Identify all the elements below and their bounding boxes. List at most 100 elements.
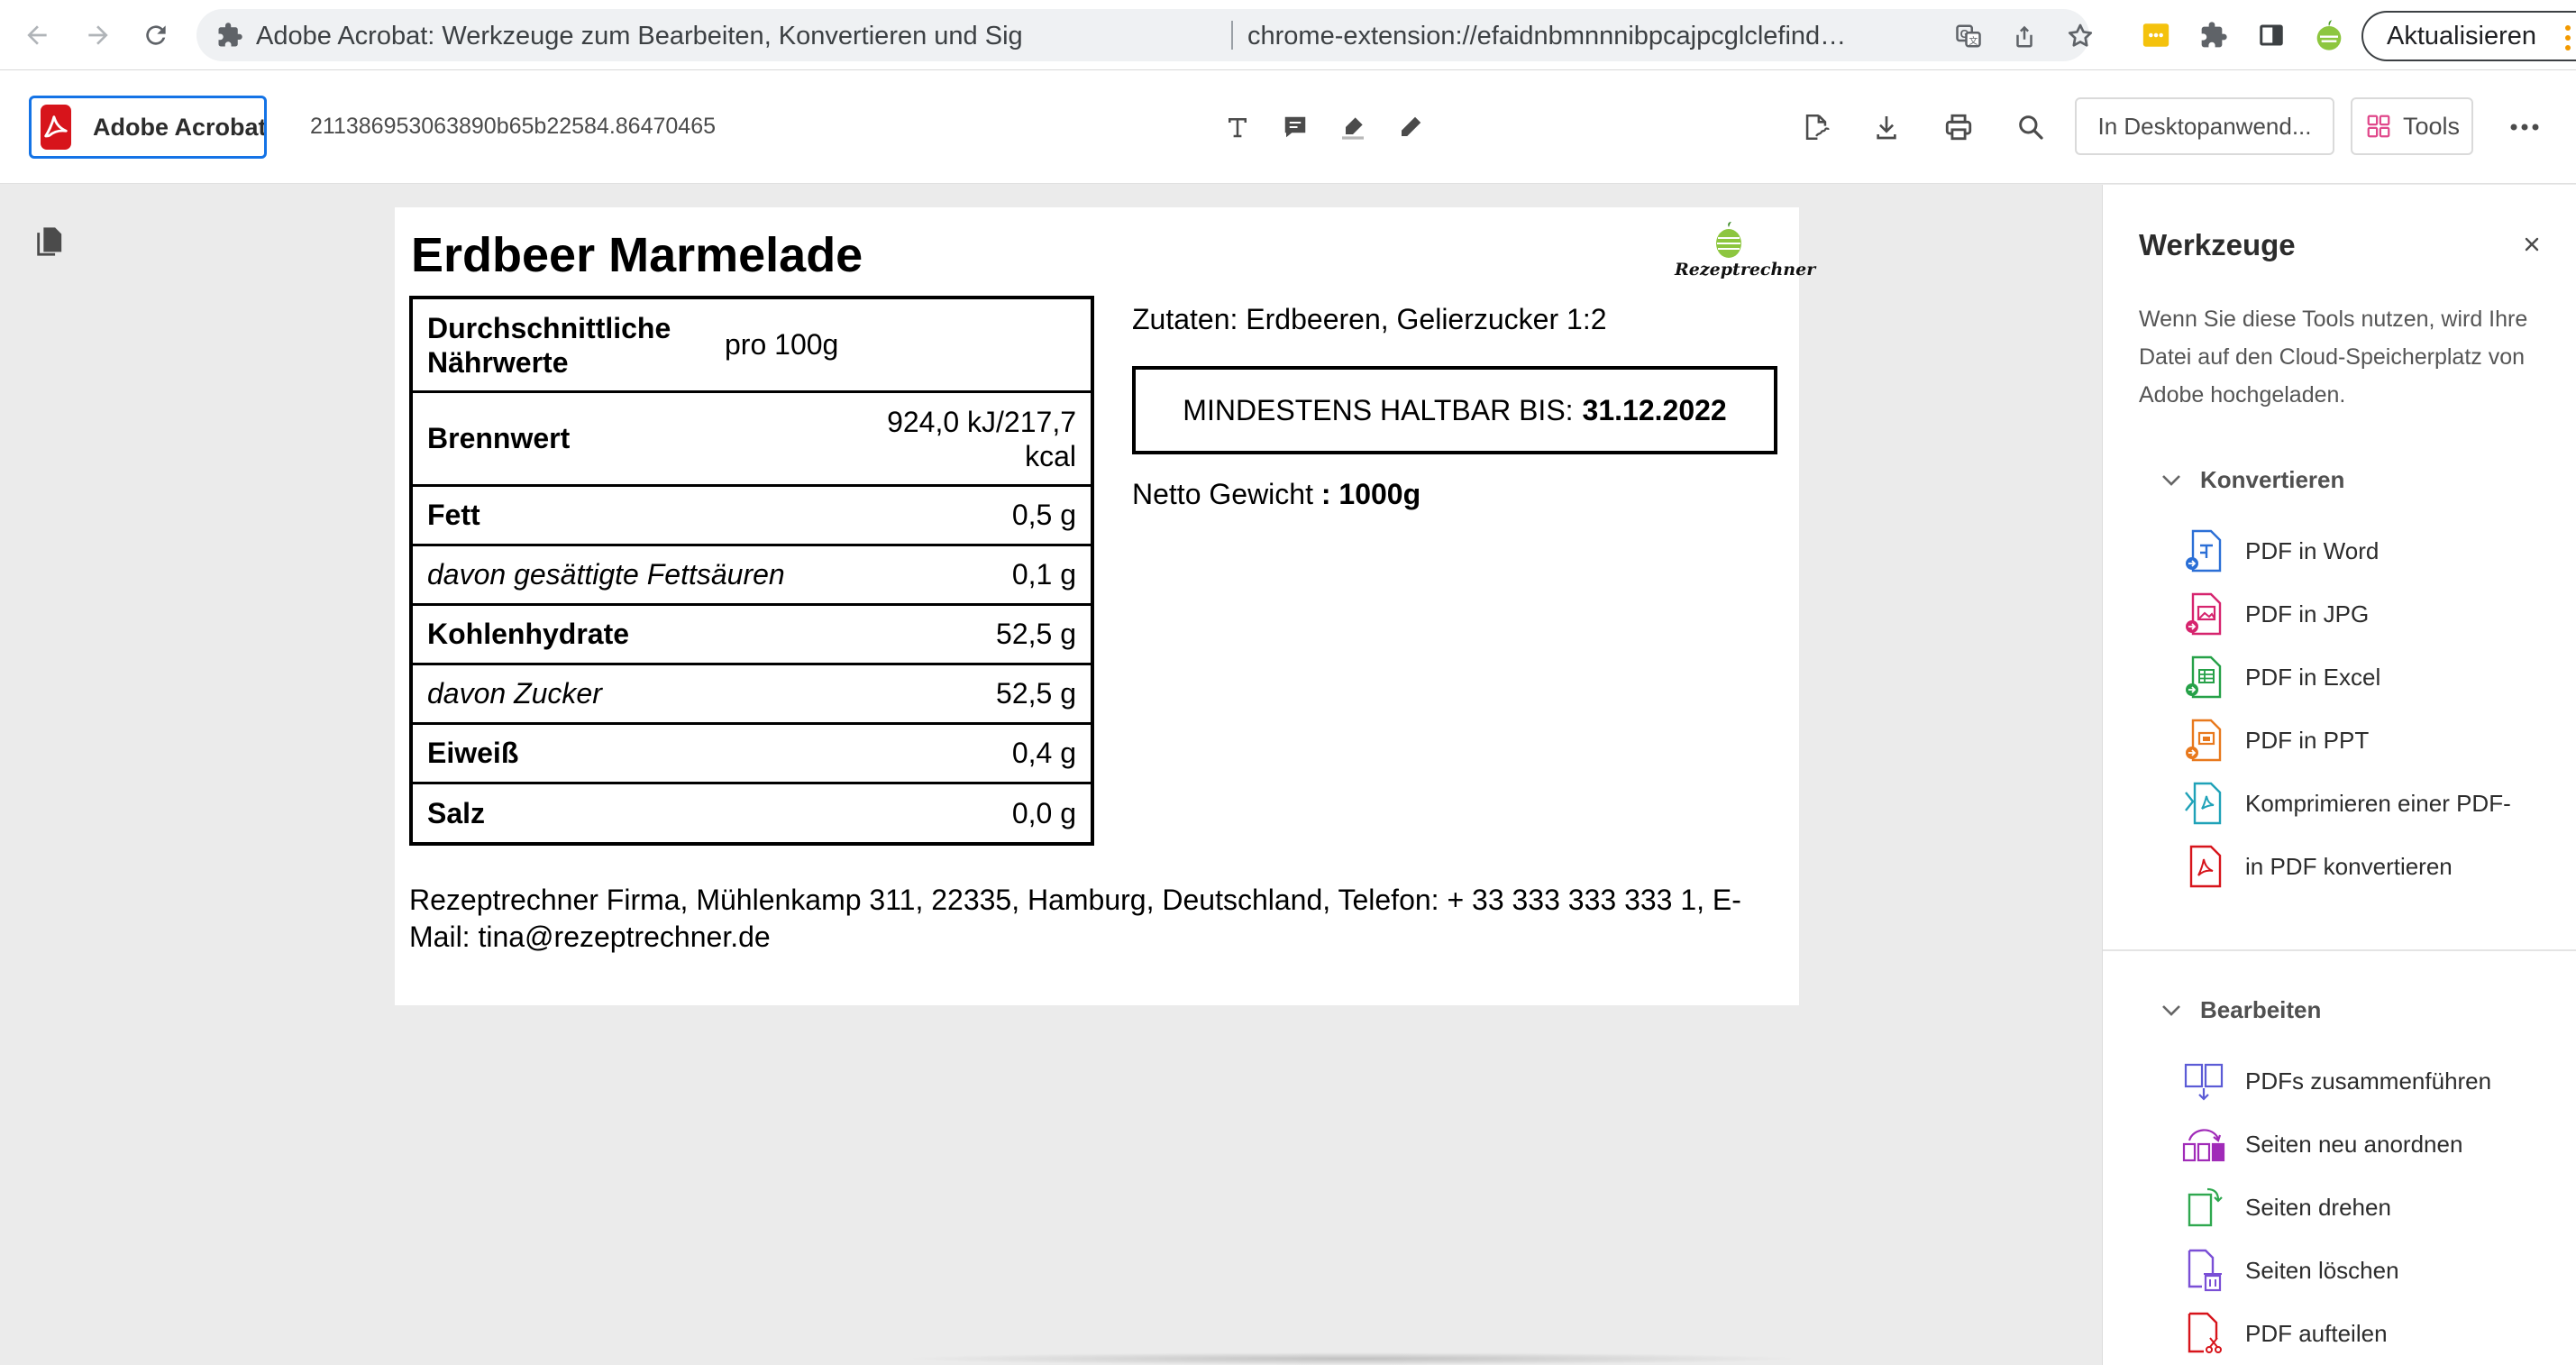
open-in-desktop-button[interactable]: In Desktopanwend... [2075, 97, 2334, 155]
highlight-button[interactable] [1329, 103, 1377, 151]
extension-pinned-button[interactable] [2138, 17, 2174, 53]
sign-document-icon [1805, 114, 1830, 141]
tool-delete-pages[interactable]: Seiten löschen [2182, 1243, 2561, 1297]
back-icon [27, 25, 47, 45]
tool-label: PDF in PPT [2245, 726, 2370, 754]
table-row: Brennwert 924,0 kJ/217,7 kcal [413, 393, 1091, 487]
forward-icon [88, 25, 108, 45]
comment-icon [1284, 116, 1306, 138]
tool-compress-pdf[interactable]: Komprimieren einer PDF- [2182, 776, 2561, 830]
share-button[interactable] [2008, 20, 2041, 52]
logo-text: Rezeptrechner [1675, 260, 1816, 279]
acrobat-brand-name: Adobe Acrobat [93, 113, 267, 141]
tools-button[interactable]: Tools [2351, 97, 2473, 155]
search-icon [2019, 115, 2043, 140]
side-panel-button[interactable] [2253, 17, 2289, 53]
browser-toolbar: Adobe Acrobat: Werkzeuge zum Bearbeiten,… [0, 0, 2576, 70]
more-options-button[interactable] [2502, 103, 2547, 151]
address-bar[interactable]: Adobe Acrobat: Werkzeuge zum Bearbeiten,… [196, 9, 2093, 61]
bookmark-star-icon [2068, 23, 2093, 47]
net-weight-label: Netto Gewicht [1132, 478, 1313, 510]
forward-button[interactable] [76, 13, 121, 58]
download-icon [1877, 116, 1896, 140]
tool-pdf-to-ppt[interactable]: PDF in PPT [2182, 713, 2561, 767]
nutrition-label: Brennwert [427, 422, 571, 454]
tool-convert-to-pdf[interactable]: in PDF konvertieren [2182, 839, 2561, 893]
url-text[interactable]: chrome-extension://efaidnbmnnnibpcajpcgl… [1247, 22, 1860, 51]
print-icon [1945, 114, 1972, 141]
tool-label: Seiten neu anordnen [2245, 1130, 2463, 1158]
section-label: Bearbeiten [2200, 996, 2322, 1023]
download-button[interactable] [1862, 103, 1911, 151]
nutrition-value: 0,0 g [1011, 796, 1076, 829]
table-row: davon Zucker 52,5 g [413, 665, 1091, 725]
reload-button[interactable] [133, 13, 178, 58]
nutrition-label: Fett [427, 499, 480, 531]
tool-pdf-to-jpg[interactable]: PDF in JPG [2182, 587, 2561, 641]
tool-reorder-pages[interactable]: Seiten neu anordnen [2182, 1117, 2561, 1171]
sidebar-icon [2260, 24, 2283, 46]
compress-pdf-icon [2182, 780, 2225, 827]
extension-yellow-icon [2142, 23, 2170, 47]
acrobat-logo-icon [41, 105, 71, 150]
tool-pdf-to-word[interactable]: PDF in Word [2182, 524, 2561, 578]
nutrition-value: 0,5 g [1011, 499, 1076, 531]
chevron-down-icon [2159, 998, 2184, 1023]
update-button[interactable]: Aktualisieren [2361, 11, 2576, 61]
tool-pdf-to-excel[interactable]: PDF in Excel [2182, 650, 2561, 704]
table-row: Kohlenhydrate 52,5 g [413, 606, 1091, 665]
tool-merge-pdfs[interactable]: PDFs zusammenführen [2182, 1054, 2561, 1108]
best-before-date: 31.12.2022 [1582, 393, 1727, 426]
back-button[interactable] [14, 13, 59, 58]
rotate-pages-icon [2182, 1184, 2225, 1231]
pdf-page: Erdbeer Marmelade Rezeptrechner Durchsch… [395, 207, 1816, 1005]
section-convert-toggle[interactable]: Konvertieren [2159, 466, 2344, 494]
tool-label: PDF aufteilen [2245, 1319, 2388, 1347]
tool-split-pdf[interactable]: PDF aufteilen [2182, 1306, 2561, 1360]
split-pdf-icon [2182, 1310, 2225, 1357]
page-thumbnails-button[interactable] [31, 222, 67, 261]
translate-button[interactable]: G文 [1952, 20, 1985, 52]
search-button[interactable] [2006, 103, 2055, 151]
tool-label: PDF in Word [2245, 536, 2380, 564]
draw-button[interactable] [1386, 103, 1435, 151]
print-button[interactable] [1934, 103, 1983, 151]
acrobat-toolbar: Adobe Acrobat 211386953063890b65b22584.8… [0, 70, 2576, 184]
reorder-pages-icon [2182, 1121, 2225, 1168]
tool-label: PDF in JPG [2245, 600, 2370, 628]
share-icon [2016, 25, 2032, 48]
best-before-label: MINDESTENS HALTBAR BIS: [1183, 393, 1574, 426]
comment-button[interactable] [1271, 103, 1320, 151]
request-signature-button[interactable] [1792, 103, 1841, 151]
profile-button[interactable] [2311, 17, 2347, 53]
tool-label: Seiten löschen [2245, 1256, 2399, 1284]
tools-grid-icon [2367, 115, 2390, 138]
text-tool-icon [1229, 118, 1247, 138]
extensions-button[interactable] [2196, 17, 2232, 53]
nutrition-label: davon Zucker [427, 677, 602, 710]
acrobat-brand-button[interactable]: Adobe Acrobat [29, 96, 267, 159]
nutrition-label: davon gesättigte Fettsäuren [427, 558, 785, 591]
nutrition-value: 52,5 g [996, 618, 1076, 650]
nutrition-label: Durchschnittliche Nährwerte [427, 311, 671, 379]
add-text-button[interactable] [1213, 103, 1262, 151]
tool-label: PDF in Excel [2245, 663, 2381, 691]
panel-description: Wenn Sie diese Tools nutzen, wird Ihre D… [2139, 307, 2528, 408]
pdf-to-excel-icon [2182, 654, 2225, 701]
pdf-to-jpg-icon [2182, 591, 2225, 637]
bookmark-button[interactable] [2064, 20, 2096, 52]
delete-pages-icon [2182, 1247, 2225, 1294]
table-row: Durchschnittliche Nährwerte pro 100g [413, 299, 1091, 393]
panel-title: Werkzeuge [2139, 228, 2296, 261]
close-panel-button[interactable] [2517, 230, 2546, 259]
extensions-puzzle-icon [2201, 22, 2227, 48]
net-weight-value: : 1000g [1320, 478, 1421, 510]
table-row: davon gesättigte Fettsäuren 0,1 g [413, 546, 1091, 606]
document-name: 211386953063890b65b22584.86470465 [310, 114, 717, 139]
nutrition-table: Durchschnittliche Nährwerte pro 100g Bre… [409, 296, 1094, 846]
update-label: Aktualisieren [2387, 21, 2537, 50]
section-edit-toggle[interactable]: Bearbeiten [2159, 996, 2321, 1024]
rezeptrechner-logo: Rezeptrechner [1675, 222, 1816, 283]
profile-avatar-icon [2316, 20, 2342, 50]
tool-rotate-pages[interactable]: Seiten drehen [2182, 1180, 2561, 1234]
